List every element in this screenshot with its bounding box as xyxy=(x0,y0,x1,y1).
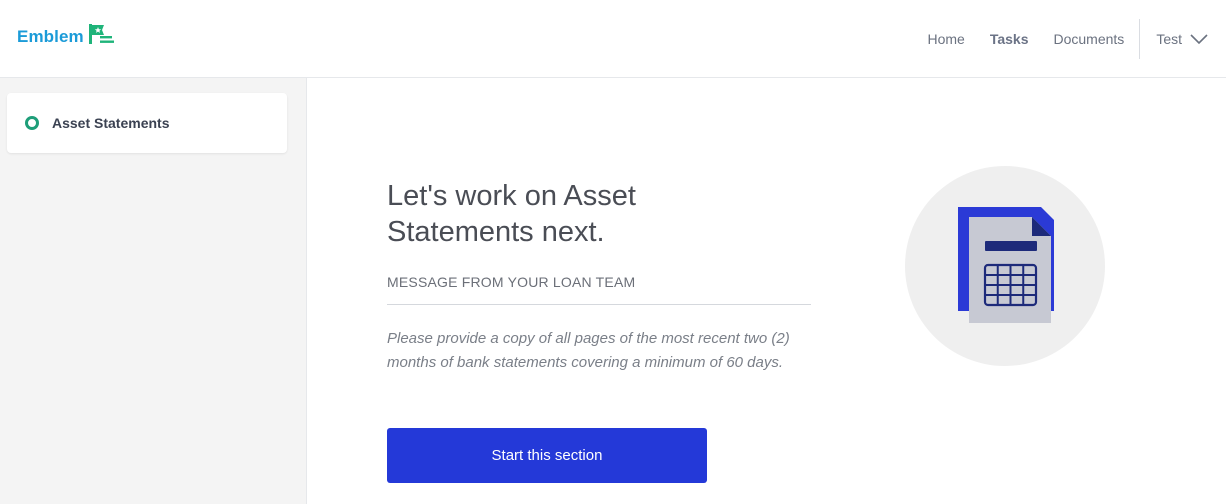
message-label: MESSAGE FROM YOUR LOAN TEAM xyxy=(387,274,811,305)
brand-flag-icon xyxy=(88,24,114,44)
user-name: Test xyxy=(1156,31,1182,47)
top-header: Emblem Home Tasks Documents Test xyxy=(0,0,1226,78)
top-nav: Home Tasks Documents Test xyxy=(902,0,1208,78)
sidebar: Asset Statements xyxy=(0,78,307,504)
nav-divider xyxy=(1139,19,1141,59)
nav-documents-link[interactable]: Documents xyxy=(1054,31,1125,47)
user-menu[interactable]: Test xyxy=(1156,31,1208,47)
brand-logo[interactable]: Emblem xyxy=(17,24,114,50)
chevron-down-icon xyxy=(1190,34,1208,45)
nav-home-link[interactable]: Home xyxy=(927,31,964,47)
page-title: Let's work on Asset Statements next. xyxy=(387,180,636,248)
sidebar-item-label: Asset Statements xyxy=(52,115,170,131)
sidebar-item-asset-statements[interactable]: Asset Statements xyxy=(7,93,287,153)
ring-icon xyxy=(25,116,39,130)
message-text: Please provide a copy of all pages of th… xyxy=(387,330,790,371)
start-section-button[interactable]: Start this section xyxy=(387,428,707,483)
spreadsheet-document-icon xyxy=(905,166,1105,366)
brand-name: Emblem xyxy=(17,27,84,46)
nav-tasks-link[interactable]: Tasks xyxy=(990,31,1029,47)
